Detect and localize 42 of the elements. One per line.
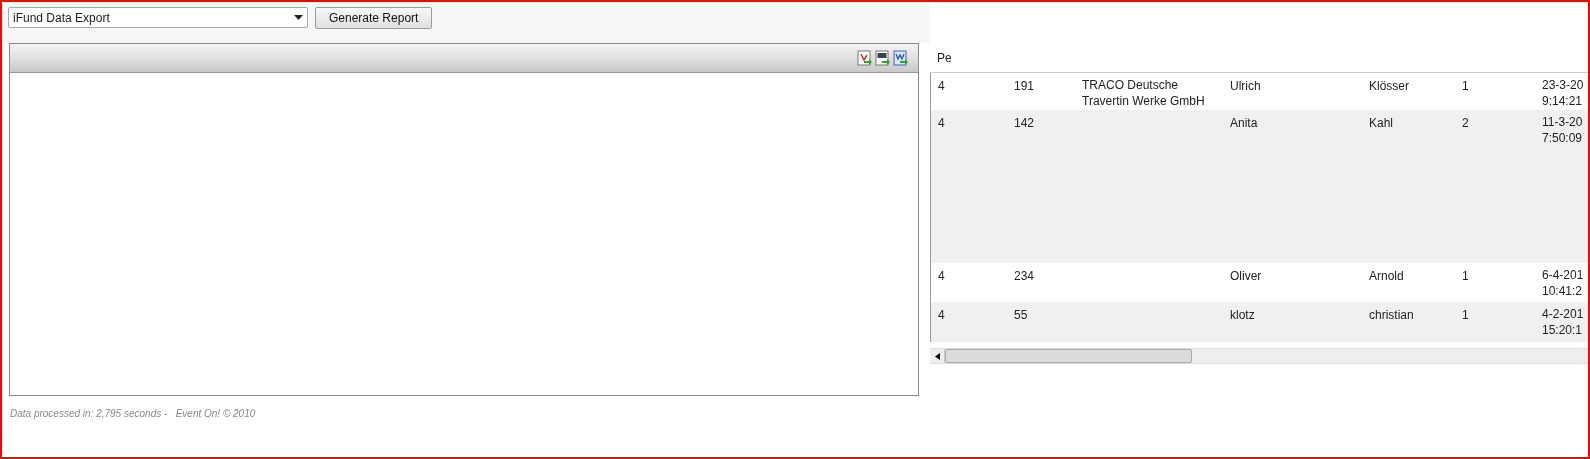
report-dropdown[interactable]: iFund Data Export (8, 7, 308, 28)
table-cell: Arnold (1369, 269, 1404, 283)
table-cell: 11-3-20 (1542, 114, 1583, 130)
table-cell: 6-4-201 (1542, 267, 1584, 283)
table-cell: 4 (938, 79, 945, 93)
table-cell: Kahl (1369, 116, 1394, 130)
column-header[interactable]: Pe (937, 48, 952, 67)
word-export-icon[interactable] (893, 50, 908, 66)
scrollbar-thumb[interactable] (945, 349, 1192, 363)
table-cell: Oliver (1230, 269, 1262, 283)
table-cell: 4 (938, 269, 945, 283)
table-cell: 191 (1014, 79, 1035, 93)
table-cell: 2 (1462, 116, 1469, 130)
table-cell: klotz (1230, 308, 1255, 322)
table-cell: Klösser (1369, 79, 1409, 93)
table-cell-text: TRACO Deutsche Travertin Werke GmbH (1082, 77, 1206, 109)
table-cell: 15:20:1 (1542, 322, 1584, 338)
dropdown-caret-icon (294, 15, 303, 20)
table-cell: 4 (938, 308, 945, 322)
table-cell: 234 (1014, 269, 1035, 283)
table-row[interactable]: 4 142 Anita Kahl 2 11-3-20 7:50:09 (931, 110, 1588, 263)
table-row[interactable]: 4 55 klotz christian 1 4-2-201 15:20:1 (931, 302, 1588, 342)
table-cell: Anita (1230, 116, 1258, 130)
table-cell: 10:41:2 (1542, 283, 1584, 299)
table-cell: Ulrich (1230, 79, 1261, 93)
table-cell: 142 (1014, 116, 1035, 130)
table-cell: 9:14:21 (1542, 93, 1584, 109)
table-cell: 4-2-201 (1542, 306, 1584, 322)
table-cell: 4 (938, 116, 945, 130)
table-cell: 23-3-20 (1542, 77, 1584, 93)
pdf-export-icon[interactable] (857, 50, 872, 66)
horizontal-scrollbar[interactable] (930, 348, 1588, 364)
table-cell: christian (1369, 308, 1414, 322)
table-cell: 1 (1462, 269, 1469, 283)
left-arrow-icon (934, 352, 940, 360)
table-cell: 1 (1462, 79, 1469, 93)
footer-text: Data processed in: 2,795 seconds - Event On! © 2010 (10, 407, 257, 421)
table-cell: 1 (1462, 308, 1469, 322)
table-cell: 7:50:09 (1542, 130, 1583, 146)
csv-export-icon[interactable] (875, 50, 890, 66)
generate-report-button[interactable]: Generate Report (315, 7, 433, 29)
table-cell: 55 (1014, 308, 1028, 322)
